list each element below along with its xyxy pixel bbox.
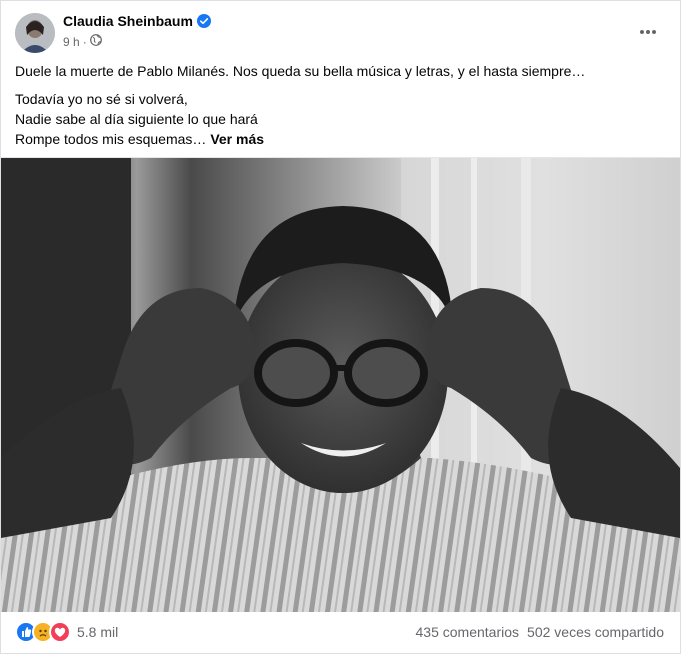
post-time[interactable]: 9 h [63,35,80,49]
author-name[interactable]: Claudia Sheinbaum [63,13,193,29]
lyric-line: Todavía yo no sé si volverá, [15,91,188,107]
author-avatar[interactable] [15,13,55,53]
meta-separator: · [82,34,87,49]
reaction-count: 5.8 mil [77,624,119,640]
post-text: Duele la muerte de Pablo Milanés. Nos qu… [15,61,666,149]
love-reaction-icon [49,621,71,643]
globe-icon [89,34,102,49]
comments-count-link[interactable]: 435 comentarios [416,624,520,640]
post-photo[interactable] [1,157,680,612]
more-horizontal-icon [639,22,657,40]
lyric-line: Rompe todos mis esquemas… [15,131,207,147]
reactions-summary[interactable]: 5.8 mil [15,621,118,643]
post-footer: 5.8 mil 435 comentarios 502 veces compar… [15,620,664,644]
post-text-first: Duele la muerte de Pablo Milanés. Nos qu… [15,63,586,79]
more-options-button[interactable] [632,15,664,47]
see-more-link[interactable]: Ver más [210,131,264,147]
post-header: Claudia Sheinbaum 9 h · [15,11,666,55]
verified-badge-icon [196,14,211,28]
lyric-line: Nadie sabe al día siguiente lo que hará [15,111,258,127]
shares-count-link[interactable]: 502 veces compartido [527,624,664,640]
post-card: Claudia Sheinbaum 9 h · Duele la muerte … [0,0,681,654]
